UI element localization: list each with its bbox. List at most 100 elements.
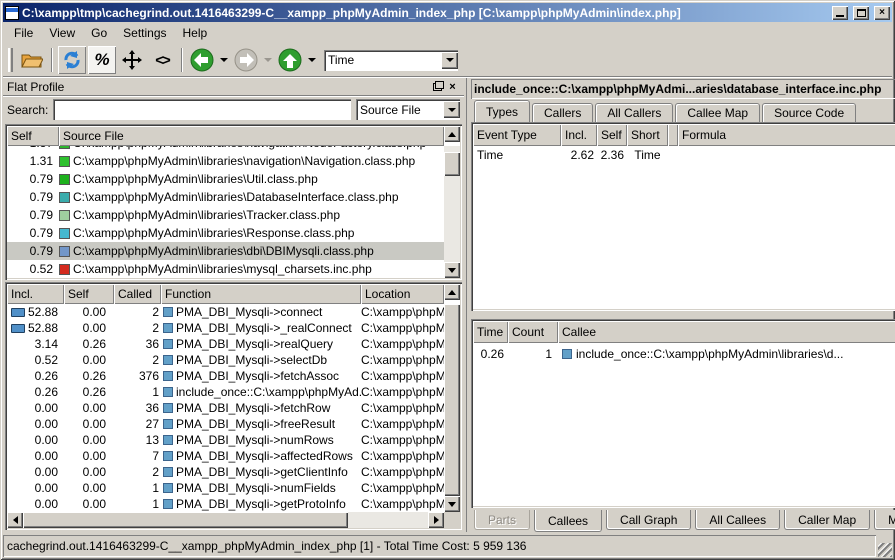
column-header-time[interactable]: Time <box>473 321 508 343</box>
scroll-up-button[interactable] <box>444 126 460 142</box>
expand-areas-button[interactable] <box>118 46 146 74</box>
file-row[interactable]: 0.52C:\xampp\phpMyAdmin\libraries\mysql_… <box>7 260 444 278</box>
event-types-table: Event Type Incl. Self Short Formula Time… <box>471 122 895 311</box>
maximize-button[interactable] <box>853 6 869 20</box>
event-type-select[interactable]: Time <box>324 50 458 71</box>
function-row[interactable]: 52.880.002PMA_DBI_Mysqli->_realConnectC:… <box>7 320 444 336</box>
column-header-self[interactable]: Self <box>7 126 59 146</box>
scroll-down-button[interactable] <box>444 262 460 278</box>
open-file-button[interactable] <box>18 46 46 74</box>
column-header-incl[interactable]: Incl. <box>561 124 597 146</box>
up-dropdown-arrow[interactable] <box>308 58 316 62</box>
function-row[interactable]: 0.000.001PMA_DBI_Mysqli->getProtoInfoC:\… <box>7 496 444 512</box>
tab-callee-map[interactable]: Callee Map <box>675 103 760 122</box>
file-row[interactable]: 0.79C:\xampp\phpMyAdmin\libraries\dbi\DB… <box>7 242 444 260</box>
app-window: C:\xampp\tmp\cachegrind.out.1416463299-C… <box>0 0 895 560</box>
chevron-down-icon[interactable] <box>443 101 460 118</box>
column-header-location[interactable]: Location <box>361 284 444 304</box>
column-header-count[interactable]: Count <box>508 321 558 343</box>
column-header-callee[interactable]: Callee <box>558 321 895 343</box>
column-header-source-file[interactable]: Source File <box>59 126 444 146</box>
resize-grip[interactable] <box>878 543 892 557</box>
event-type-row[interactable]: Time2.622.36Time <box>473 146 895 164</box>
menu-item-go[interactable]: Go <box>84 24 114 42</box>
function-self-value: 0.26 <box>64 385 114 399</box>
tab-callees[interactable]: Callees <box>534 510 602 532</box>
function-location: C:\xampp\phpMy... <box>361 417 444 431</box>
function-row[interactable]: 0.000.0036PMA_DBI_Mysqli->fetchRowC:\xam… <box>7 400 444 416</box>
function-incl-value: 52.88 <box>7 305 64 319</box>
tab-call-graph[interactable]: Call Graph <box>606 510 691 530</box>
dock-float-button[interactable] <box>430 80 445 94</box>
file-row[interactable]: 1.31C:\xampp\phpMyAdmin\libraries\naviga… <box>7 152 444 170</box>
function-row[interactable]: 0.000.001PMA_DBI_Mysqli->numFieldsC:\xam… <box>7 480 444 496</box>
relative-percent-toggle[interactable]: % <box>88 46 116 74</box>
grouping-select[interactable]: Source File <box>356 99 460 120</box>
column-header-event-type[interactable]: Event Type <box>473 124 561 146</box>
function-self-value: 0.00 <box>64 305 114 319</box>
column-header-short[interactable]: Short <box>627 124 668 146</box>
toolbar-drag-handle[interactable] <box>8 48 13 72</box>
app-icon[interactable] <box>5 6 19 20</box>
reload-button[interactable] <box>58 46 86 74</box>
column-header-called[interactable]: Called <box>114 284 161 304</box>
back-button[interactable] <box>188 46 216 74</box>
up-button[interactable] <box>276 46 304 74</box>
menu-item-settings[interactable]: Settings <box>116 24 173 42</box>
tab-machine[interactable]: Machine <box>874 510 895 530</box>
scroll-left-button[interactable] <box>7 512 23 528</box>
function-row[interactable]: 0.000.0013PMA_DBI_Mysqli->numRowsC:\xamp… <box>7 432 444 448</box>
close-button[interactable]: × <box>874 6 890 20</box>
function-row[interactable]: 0.260.26376PMA_DBI_Mysqli->fetchAssocC:\… <box>7 368 444 384</box>
file-row[interactable]: 0.79C:\xampp\phpMyAdmin\libraries\Databa… <box>7 188 444 206</box>
minimize-button[interactable] <box>832 6 848 20</box>
column-header-incl[interactable]: Incl. <box>7 284 64 304</box>
menu-item-view[interactable]: View <box>42 24 82 42</box>
scrollbar-thumb[interactable] <box>444 304 460 496</box>
functions-horizontal-scrollbar[interactable] <box>7 512 460 528</box>
tab-types[interactable]: Types <box>474 100 530 122</box>
column-header-self[interactable]: Self <box>597 124 627 146</box>
tab-callers[interactable]: Callers <box>532 103 593 122</box>
file-row[interactable]: 0.79C:\xampp\phpMyAdmin\libraries\Tracke… <box>7 206 444 224</box>
scroll-up-button[interactable] <box>444 284 460 300</box>
panel-splitter[interactable] <box>470 311 895 319</box>
dock-close-button[interactable]: × <box>445 80 460 94</box>
menu-item-file[interactable]: File <box>7 24 40 42</box>
column-header-formula[interactable]: Formula <box>678 124 895 146</box>
dock-title-bar[interactable]: Flat Profile × <box>3 78 464 96</box>
scroll-right-button[interactable] <box>428 512 444 528</box>
function-row[interactable]: 0.000.002PMA_DBI_Mysqli->getClientInfoC:… <box>7 464 444 480</box>
function-row[interactable]: 3.140.2636PMA_DBI_Mysqli->realQueryC:\xa… <box>7 336 444 352</box>
back-dropdown-arrow[interactable] <box>220 58 228 62</box>
close-icon: × <box>449 81 455 93</box>
function-row[interactable]: 0.520.002PMA_DBI_Mysqli->selectDbC:\xamp… <box>7 352 444 368</box>
file-row[interactable]: 0.79C:\xampp\phpMyAdmin\libraries\Respon… <box>7 224 444 242</box>
function-location: C:\xampp\phpMy... <box>361 305 444 319</box>
column-header-self[interactable]: Self <box>64 284 114 304</box>
files-vertical-scrollbar[interactable] <box>444 146 460 278</box>
tab-all-callees[interactable]: All Callees <box>695 510 780 530</box>
function-name: PMA_DBI_Mysqli->fetchAssoc <box>176 369 339 383</box>
menu-item-help[interactable]: Help <box>176 24 215 42</box>
column-header-function[interactable]: Function <box>161 284 361 304</box>
triangle-right-icon <box>434 516 439 524</box>
tab-caller-map[interactable]: Caller Map <box>784 510 870 530</box>
function-row[interactable]: 0.000.0027PMA_DBI_Mysqli->freeResultC:\x… <box>7 416 444 432</box>
tab-all-callers[interactable]: All Callers <box>595 103 673 122</box>
scroll-down-button[interactable] <box>444 496 460 512</box>
function-row[interactable]: 0.000.007PMA_DBI_Mysqli->affectedRowsC:\… <box>7 448 444 464</box>
scrollbar-thumb[interactable] <box>444 152 460 176</box>
function-row[interactable]: 52.880.002PMA_DBI_Mysqli->connectC:\xamp… <box>7 304 444 320</box>
function-row[interactable]: 0.260.261include_once::C:\xampp\phpMyAd.… <box>7 384 444 400</box>
cycle-detection-button[interactable]: <> <box>148 46 176 74</box>
function-icon <box>163 419 173 429</box>
tab-source-code[interactable]: Source Code <box>762 103 856 122</box>
scrollbar-thumb[interactable] <box>23 512 348 528</box>
chevron-down-icon[interactable] <box>441 52 458 69</box>
file-row[interactable]: 0.79C:\xampp\phpMyAdmin\libraries\Util.c… <box>7 170 444 188</box>
functions-vertical-scrollbar[interactable] <box>444 304 460 512</box>
title-bar[interactable]: C:\xampp\tmp\cachegrind.out.1416463299-C… <box>3 3 892 22</box>
callee-row[interactable]: 0.261include_once::C:\xampp\phpMyAdmin\l… <box>473 345 895 363</box>
search-input[interactable] <box>53 99 351 120</box>
